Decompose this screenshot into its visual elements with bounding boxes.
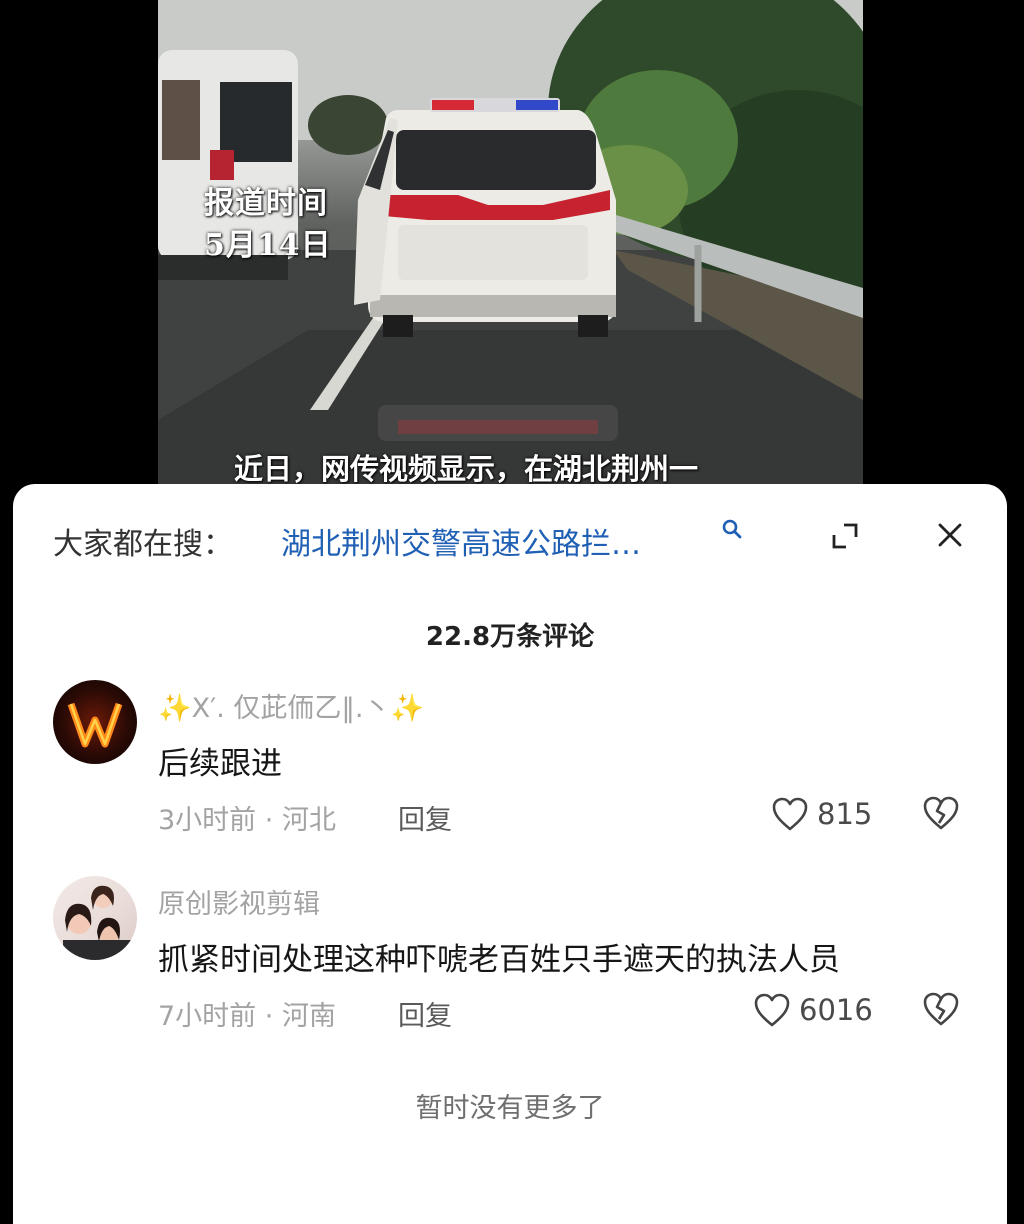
avatar-w-logo: [67, 702, 123, 748]
like-count: 6016: [799, 993, 873, 1027]
comment-username[interactable]: ✨X′. 仅茈侕乙‖.丶✨: [158, 686, 424, 725]
heart-icon: [772, 797, 808, 831]
comment-item: 原创影视剪辑 抓紧时间处理这种吓唬老百姓只手遮天的执法人员 7小时前 · 河南 …: [13, 876, 1007, 1076]
comment-time: 3小时前: [158, 805, 257, 836]
avatar[interactable]: [53, 876, 137, 960]
search-suggestion-bar: 大家都在搜： 湖北荆州交警高速公路拦…: [13, 484, 1007, 588]
comment-username[interactable]: 原创影视剪辑: [158, 882, 320, 921]
avatar[interactable]: [53, 680, 137, 764]
search-icon[interactable]: [721, 518, 743, 540]
comment-text: 后续跟进: [158, 746, 282, 782]
comment-meta: 3小时前 · 河北: [158, 798, 336, 837]
comment-sheet: 大家都在搜： 湖北荆州交警高速公路拦… 22.8万条评论 ✨X′. 仅茈侕乙‖.…: [13, 484, 1007, 1224]
report-date: 5月14日: [204, 228, 332, 263]
comment-meta: 7小时前 · 河南: [158, 994, 336, 1033]
search-suggestion-label: 大家都在搜：: [53, 527, 233, 562]
comment-location: 河南: [281, 1001, 336, 1032]
comment-count: 22.8万条评论: [425, 622, 595, 652]
close-icon[interactable]: [935, 520, 965, 550]
broken-heart-icon[interactable]: [921, 794, 961, 832]
video-player[interactable]: 报道时间 5月14日 近日，网传视频显示，在湖北荆州一: [158, 0, 863, 500]
expand-icon[interactable]: [830, 521, 860, 551]
meta-separator: ·: [264, 805, 282, 836]
report-time-label: 报道时间: [204, 186, 328, 221]
comment-time: 7小时前: [158, 1001, 257, 1032]
reply-button[interactable]: 回复: [398, 994, 452, 1033]
like-button[interactable]: 6016: [753, 990, 873, 1030]
meta-separator: ·: [264, 1001, 282, 1032]
broken-heart-icon[interactable]: [921, 990, 961, 1028]
comment-location: 河北: [281, 805, 336, 836]
like-button[interactable]: 815: [771, 794, 872, 834]
comment-item: ✨X′. 仅茈侕乙‖.丶✨ 后续跟进 3小时前 · 河北 回复 815: [13, 680, 1007, 880]
avatar-people-photo: [63, 885, 133, 960]
comment-text: 抓紧时间处理这种吓唬老百姓只手遮天的执法人员: [158, 942, 840, 978]
like-count: 815: [817, 797, 873, 831]
reply-button[interactable]: 回复: [398, 798, 452, 837]
no-more-comments: 暂时没有更多了: [415, 1093, 605, 1124]
search-suggestion-link[interactable]: 湖北荆州交警高速公路拦…: [281, 519, 641, 563]
video-caption: 近日，网传视频显示，在湖北荆州一: [234, 452, 699, 486]
heart-icon: [754, 993, 790, 1027]
